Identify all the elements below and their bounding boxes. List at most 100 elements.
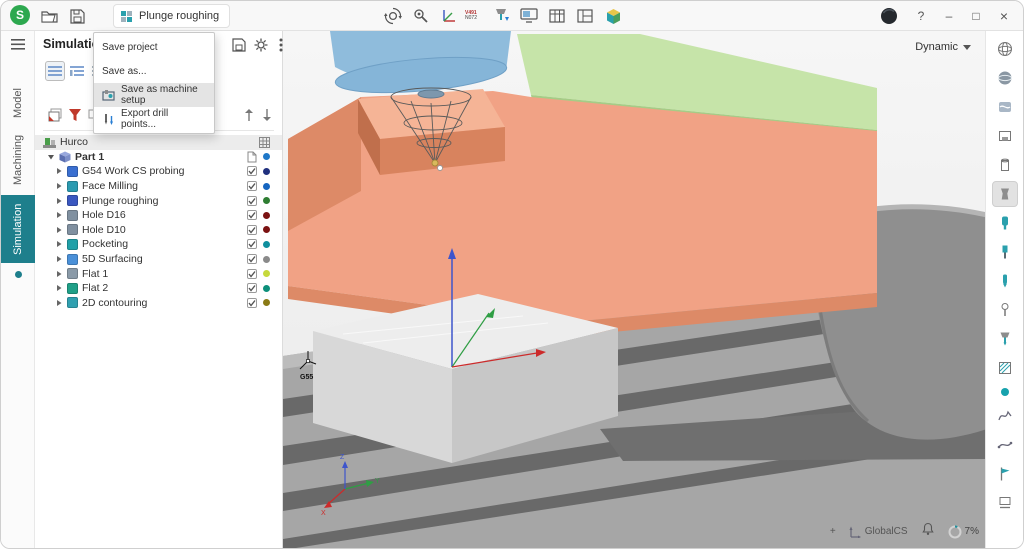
tree-row-operation[interactable]: Face Milling <box>35 179 282 194</box>
rt-spindle-button[interactable] <box>992 210 1018 236</box>
monitor-button[interactable] <box>517 4 541 28</box>
viewport-3d-scene[interactable]: G55 X Y Z <box>283 31 985 548</box>
tree-row-operation[interactable]: Flat 1 <box>35 266 282 281</box>
tab-simulation[interactable]: Simulation <box>1 195 35 263</box>
salmon-fixture[interactable] <box>288 89 877 337</box>
tree-row-operation[interactable]: Flat 2 <box>35 281 282 296</box>
panels-button[interactable] <box>573 4 597 28</box>
simulation-settings-button[interactable] <box>381 4 405 28</box>
rt-wireframe-button[interactable] <box>992 36 1018 62</box>
minimize-button[interactable]: – <box>937 4 961 28</box>
add-cs-button[interactable]: + <box>830 526 836 537</box>
nc-code-button[interactable]: V491 N072 <box>459 4 483 28</box>
close-icon: × <box>999 8 1009 24</box>
tree-row-operation[interactable]: Hole D16 <box>35 208 282 223</box>
display-toolbar <box>985 31 1023 548</box>
cube-view-button[interactable] <box>601 4 625 28</box>
chevron-right-icon[interactable] <box>55 197 63 205</box>
filter-layers-button[interactable] <box>45 105 65 125</box>
rt-tool-button[interactable] <box>992 239 1018 265</box>
tool-change-button[interactable] <box>489 4 513 28</box>
menu-item-save-project[interactable]: Save project <box>94 35 214 59</box>
rt-stock-button[interactable] <box>992 152 1018 178</box>
rt-toolpath-smooth-button[interactable] <box>992 432 1018 458</box>
tree-row-part[interactable]: Part 1 <box>35 150 282 165</box>
tree-row-operation[interactable]: G54 Work CS probing <box>35 164 282 179</box>
part-icon <box>59 151 71 163</box>
machine-config-icon[interactable] <box>259 136 270 148</box>
chevron-right-icon[interactable] <box>55 226 63 234</box>
notifications-button[interactable] <box>921 522 935 541</box>
chevron-right-icon[interactable] <box>55 284 63 292</box>
coordinate-system-selector[interactable]: GlobalCS <box>849 526 908 538</box>
help-button[interactable]: ? <box>909 4 933 28</box>
rt-toolpath-curve-button[interactable] <box>992 403 1018 429</box>
tree-row-operation[interactable]: 2D contouring <box>35 296 282 311</box>
chevron-right-icon[interactable] <box>55 211 63 219</box>
visibility-checkbox[interactable] <box>247 254 257 265</box>
menu-item-export-drill-points[interactable]: Export drill points... <box>94 107 214 131</box>
rt-flag-button[interactable] <box>992 461 1018 487</box>
rt-material-button[interactable] <box>992 94 1018 120</box>
machine-axes-button[interactable] <box>437 4 461 28</box>
rt-toolpath-hatch-button[interactable] <box>992 355 1018 381</box>
chevron-right-icon[interactable] <box>55 167 63 175</box>
chevron-down-icon[interactable] <box>47 153 55 161</box>
indent-view-button[interactable] <box>67 61 87 81</box>
mode-rail: Model Machining Simulation <box>1 31 35 548</box>
rt-probe-button[interactable] <box>992 297 1018 323</box>
tab-machining[interactable]: Machining <box>1 129 35 191</box>
operation-color-dot <box>263 167 270 175</box>
save-project-button[interactable] <box>65 4 89 28</box>
tree-row-machine[interactable]: Hurco <box>35 135 282 150</box>
inspect-settings-button[interactable] <box>409 4 433 28</box>
rt-holder-button[interactable] <box>991 181 1018 207</box>
view-mode-dropdown[interactable]: Dynamic <box>915 41 971 53</box>
panel-save-button[interactable] <box>229 35 249 55</box>
main-menu-button[interactable] <box>11 39 25 50</box>
chevron-right-icon[interactable] <box>55 299 63 307</box>
app-logo-button[interactable]: S <box>9 4 31 26</box>
tree-row-operation[interactable]: Pocketing <box>35 237 282 252</box>
part-notes-icon[interactable] <box>247 151 257 163</box>
table-button[interactable] <box>545 4 569 28</box>
rt-shaded-button[interactable] <box>992 65 1018 91</box>
rt-fixture-button[interactable] <box>992 123 1018 149</box>
tree-row-operation[interactable]: 5D Surfacing <box>35 252 282 267</box>
chevron-right-icon[interactable] <box>55 270 63 278</box>
panel-more-button[interactable] <box>271 35 291 55</box>
tree-row-operation[interactable]: Hole D10 <box>35 223 282 238</box>
visibility-checkbox[interactable] <box>247 224 257 235</box>
move-up-button[interactable] <box>239 105 259 125</box>
close-button[interactable]: × <box>992 4 1016 28</box>
list-view-button[interactable] <box>45 61 65 81</box>
current-operation-chip[interactable]: Plunge roughing <box>113 4 231 28</box>
visibility-checkbox[interactable] <box>247 210 257 221</box>
chevron-right-icon[interactable] <box>55 182 63 190</box>
viewport[interactable]: G55 X Y Z Dynamic + GlobalCS 7% <box>283 31 985 548</box>
visibility-checkbox[interactable] <box>247 195 257 206</box>
maximize-button[interactable]: □ <box>964 4 988 28</box>
filter-funnel-button[interactable] <box>65 105 85 125</box>
rt-tool-small-button[interactable] <box>992 268 1018 294</box>
menu-item-save-as[interactable]: Save as... <box>94 59 214 83</box>
account-button[interactable] <box>877 4 901 28</box>
tab-model[interactable]: Model <box>1 81 35 125</box>
visibility-checkbox[interactable] <box>247 283 257 294</box>
visibility-checkbox[interactable] <box>247 297 257 308</box>
open-project-button[interactable] <box>37 4 61 28</box>
visibility-checkbox[interactable] <box>247 181 257 192</box>
toolpath-hatch-icon <box>998 362 1011 374</box>
move-down-icon <box>263 109 271 121</box>
chevron-right-icon[interactable] <box>55 240 63 248</box>
rt-tool-assembly-button[interactable] <box>992 326 1018 352</box>
move-down-button[interactable] <box>257 105 277 125</box>
visibility-checkbox[interactable] <box>247 239 257 250</box>
rt-banner-button[interactable] <box>992 490 1018 516</box>
visibility-checkbox[interactable] <box>247 166 257 177</box>
panel-settings-button[interactable] <box>251 35 271 55</box>
tree-row-operation[interactable]: Plunge roughing <box>35 193 282 208</box>
menu-item-save-as-machine-setup[interactable]: Save as machine setup <box>94 83 214 107</box>
visibility-checkbox[interactable] <box>247 268 257 279</box>
chevron-right-icon[interactable] <box>55 255 63 263</box>
